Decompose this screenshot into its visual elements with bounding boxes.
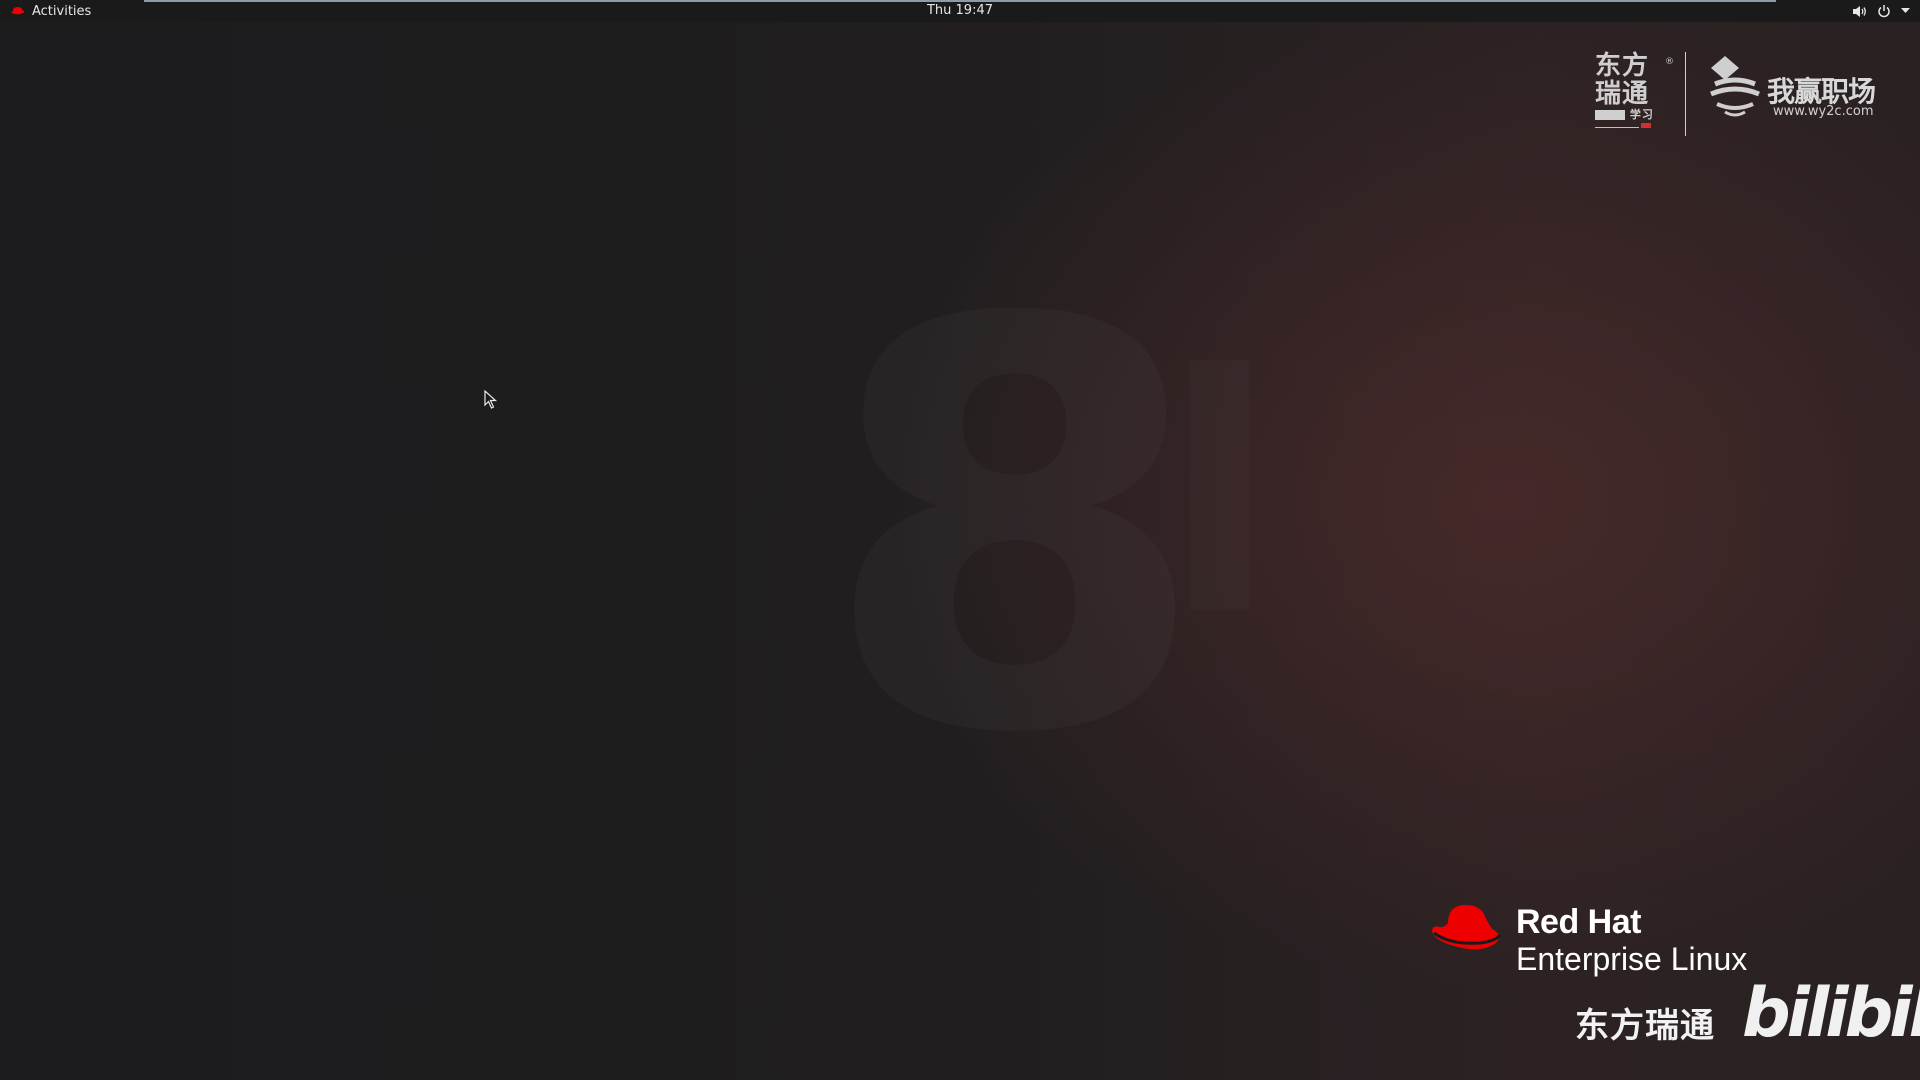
redhat-hat-icon [1432, 905, 1502, 950]
activities-label: Activities [32, 3, 92, 19]
dongfang-ruitong-label: 东方瑞通 [1575, 1006, 1715, 1046]
top-bar: Activities Thu 19:47 [0, 0, 1920, 22]
rhel-title: Red Hat [1516, 903, 1641, 941]
registered-mark: ® [1665, 57, 1675, 67]
redhat-logo-icon [11, 7, 25, 15]
rhel-subtitle: Enterprise Linux [1516, 941, 1748, 977]
power-icon[interactable] [1877, 4, 1891, 18]
clock-button[interactable]: Thu 19:47 [927, 3, 993, 18]
logo-red-mark [1641, 123, 1651, 128]
wy2c-url: www.wy2c.com [1773, 104, 1874, 119]
partner-logo-wy2c: 我赢职场 www.wy2c.com [1705, 54, 1890, 124]
logo-fine-print [1595, 121, 1639, 128]
mouse-pointer-icon [484, 390, 498, 409]
wallpaper-decoration [1190, 360, 1250, 610]
partner-logo-line3-text: 学习 [1629, 108, 1654, 121]
partner-logo-dongfang: ® 东方 瑞通 学习 [1595, 51, 1674, 131]
activities-button[interactable]: Activities [10, 2, 91, 20]
logo-bar-decoration [1595, 110, 1625, 120]
logo-divider [1685, 52, 1686, 136]
bilibili-logo: bilibili [1742, 974, 1920, 1053]
wallpaper-version-mark: 8 [820, 250, 1210, 810]
top-bar-indicator-line [144, 0, 1776, 2]
clock-area: Thu 19:47 [0, 3, 1920, 18]
partner-logo-footer [1595, 121, 1665, 131]
partner-logo-line2: 瑞通 [1595, 79, 1650, 109]
volume-icon[interactable] [1852, 5, 1867, 18]
partner-logo-line1: 东方 [1595, 51, 1650, 81]
chevron-down-icon[interactable] [1901, 8, 1910, 14]
partner-logo-line3: 学习 [1595, 108, 1665, 121]
wy2c-logo-icon [1710, 56, 1760, 117]
desktop[interactable]: 8 Activities Thu 19:47 [0, 0, 1920, 1080]
system-tray[interactable] [1852, 2, 1910, 20]
